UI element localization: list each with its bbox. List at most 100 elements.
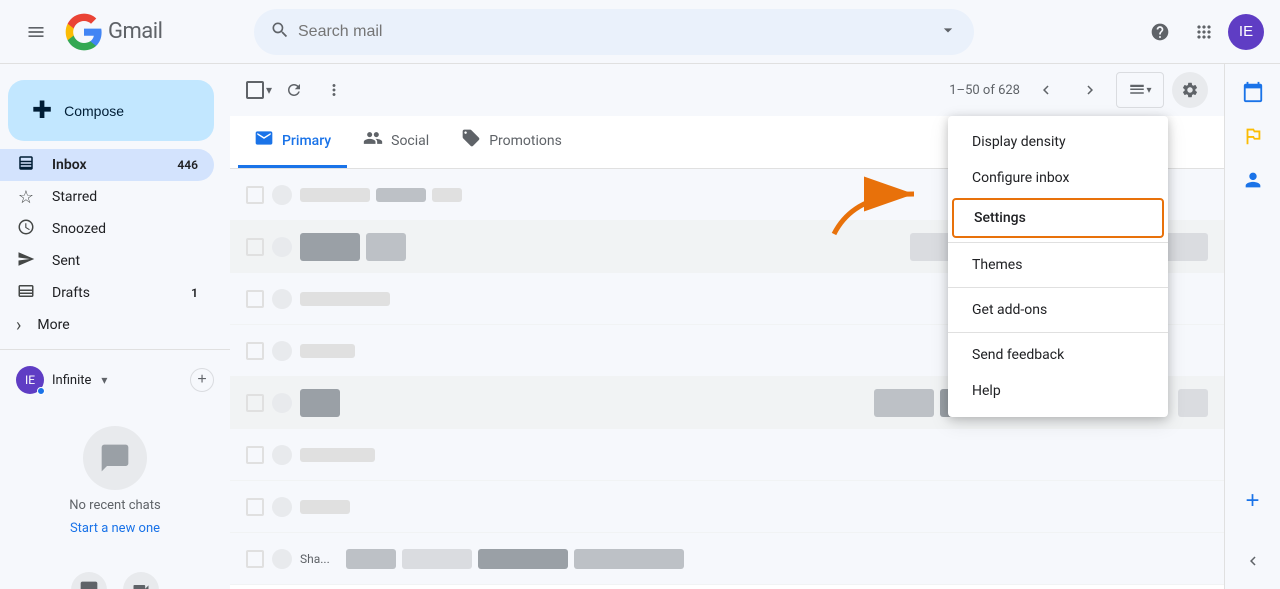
drafts-label: Drafts	[52, 285, 90, 301]
row-star[interactable]	[272, 289, 292, 309]
row-checkbox[interactable]	[246, 186, 264, 204]
more-options-button[interactable]	[316, 72, 352, 108]
dropdown-item-help[interactable]: Help	[948, 373, 1168, 409]
dropdown-item-get-addons[interactable]: Get add-ons	[948, 292, 1168, 328]
email-row[interactable]: Sha...	[230, 533, 1224, 585]
chat-icon[interactable]	[71, 572, 107, 589]
row-checkbox[interactable]	[246, 342, 264, 360]
sidebar-item-drafts[interactable]: Drafts 1	[0, 277, 214, 309]
chat-empty-area: No recent chats Start a new one	[0, 402, 230, 560]
account-dropdown-icon: ▾	[101, 373, 107, 387]
row-checkbox[interactable]	[246, 498, 264, 516]
row-content	[300, 448, 1208, 462]
inbox-icon	[16, 154, 36, 177]
settings-button[interactable]	[1172, 72, 1208, 108]
tasks-icon[interactable]	[1233, 116, 1273, 156]
row-block6	[1178, 389, 1208, 417]
dropdown-item-display-density[interactable]: Display density	[948, 124, 1168, 160]
row-star[interactable]	[272, 237, 292, 257]
row-checkbox[interactable]	[246, 446, 264, 464]
tab-social[interactable]: Social	[347, 116, 445, 168]
expand-panel-button[interactable]	[1233, 541, 1273, 581]
add-right-panel-button[interactable]: +	[1233, 481, 1273, 521]
account-avatar-button[interactable]: IE	[1228, 14, 1264, 50]
chat-empty-icon	[83, 426, 147, 490]
starred-label: Starred	[52, 189, 97, 205]
account-name: Infinite	[52, 373, 91, 388]
select-all-checkbox[interactable]	[246, 81, 264, 99]
search-icon	[270, 20, 290, 44]
sidebar-item-snoozed[interactable]: Snoozed	[0, 213, 214, 245]
gmail-label: Gmail	[108, 19, 162, 44]
menu-button[interactable]	[16, 12, 56, 52]
row-star[interactable]	[272, 185, 292, 205]
row-sender	[300, 292, 390, 306]
email-row[interactable]	[230, 481, 1224, 533]
compose-plus-icon: ✚	[32, 96, 52, 125]
gmail-g-icon	[64, 12, 104, 52]
row-sender	[300, 188, 370, 202]
sidebar-item-starred[interactable]: ☆ Starred	[0, 181, 214, 213]
row-block4	[574, 549, 684, 569]
meet-icon[interactable]	[123, 572, 159, 589]
email-row[interactable]	[230, 429, 1224, 481]
tab-promotions[interactable]: Promotions	[445, 116, 578, 168]
social-tab-icon	[363, 128, 383, 153]
promotions-tab-icon	[461, 128, 481, 153]
more-label: More	[37, 317, 69, 333]
dropdown-item-themes[interactable]: Themes	[948, 247, 1168, 283]
sidebar-item-inbox[interactable]: Inbox 446	[0, 149, 214, 181]
account-avatar: IE	[16, 366, 44, 394]
account-item[interactable]: IE Infinite ▾ +	[0, 358, 230, 402]
sidebar-divider	[0, 349, 230, 350]
row-checkbox[interactable]	[246, 550, 264, 568]
row-checkbox[interactable]	[246, 290, 264, 308]
sidebar-item-more[interactable]: › More	[0, 309, 214, 341]
sent-icon	[16, 250, 36, 273]
row-star[interactable]	[272, 549, 292, 569]
help-button[interactable]	[1140, 12, 1180, 52]
dropdown-divider-1	[948, 242, 1168, 243]
row-checkbox[interactable]	[246, 394, 264, 412]
refresh-button[interactable]	[276, 72, 312, 108]
tab-primary[interactable]: Primary	[238, 116, 347, 168]
view-options-button[interactable]: ▾	[1116, 72, 1164, 108]
compose-label: Compose	[64, 103, 124, 119]
account-online-dot	[37, 387, 45, 395]
row-block1	[346, 549, 396, 569]
main-layout: ✚ Compose Inbox 446 ☆ Starred Snoozed	[0, 64, 1280, 589]
start-new-chat-link[interactable]: Start a new one	[70, 521, 160, 536]
row-block2	[874, 389, 934, 417]
dropdown-item-settings[interactable]: Settings	[952, 198, 1164, 238]
add-account-button[interactable]: +	[190, 368, 214, 392]
calendar-icon[interactable]	[1233, 72, 1273, 112]
search-bar[interactable]	[254, 9, 974, 55]
select-all-wrapper[interactable]: ▾	[246, 81, 272, 99]
sidebar-item-sent[interactable]: Sent	[0, 245, 214, 277]
dropdown-item-send-feedback[interactable]: Send feedback	[948, 337, 1168, 373]
no-recent-chats-text: No recent chats	[69, 498, 160, 513]
search-dropdown-icon[interactable]	[938, 20, 958, 44]
settings-dropdown: Display density Configure inbox Settings…	[948, 116, 1168, 417]
row-block1	[300, 389, 340, 417]
row-checkbox[interactable]	[246, 238, 264, 256]
row-block3	[432, 188, 462, 202]
select-dropdown-icon[interactable]: ▾	[266, 83, 272, 97]
row-block3	[478, 549, 568, 569]
dropdown-divider-3	[948, 332, 1168, 333]
row-star[interactable]	[272, 497, 292, 517]
row-star[interactable]	[272, 445, 292, 465]
primary-tab-icon	[254, 128, 274, 153]
previous-page-button[interactable]	[1028, 72, 1064, 108]
toolbar-right: 1–50 of 628 ▾	[949, 72, 1208, 108]
row-star[interactable]	[272, 341, 292, 361]
row-star[interactable]	[272, 393, 292, 413]
apps-button[interactable]	[1184, 12, 1224, 52]
dropdown-item-configure-inbox[interactable]: Configure inbox	[948, 160, 1168, 196]
sent-label: Sent	[52, 253, 80, 269]
search-input[interactable]	[298, 23, 930, 41]
compose-button[interactable]: ✚ Compose	[8, 80, 214, 141]
inbox-badge: 446	[177, 158, 198, 172]
next-page-button[interactable]	[1072, 72, 1108, 108]
contacts-icon[interactable]	[1233, 160, 1273, 200]
